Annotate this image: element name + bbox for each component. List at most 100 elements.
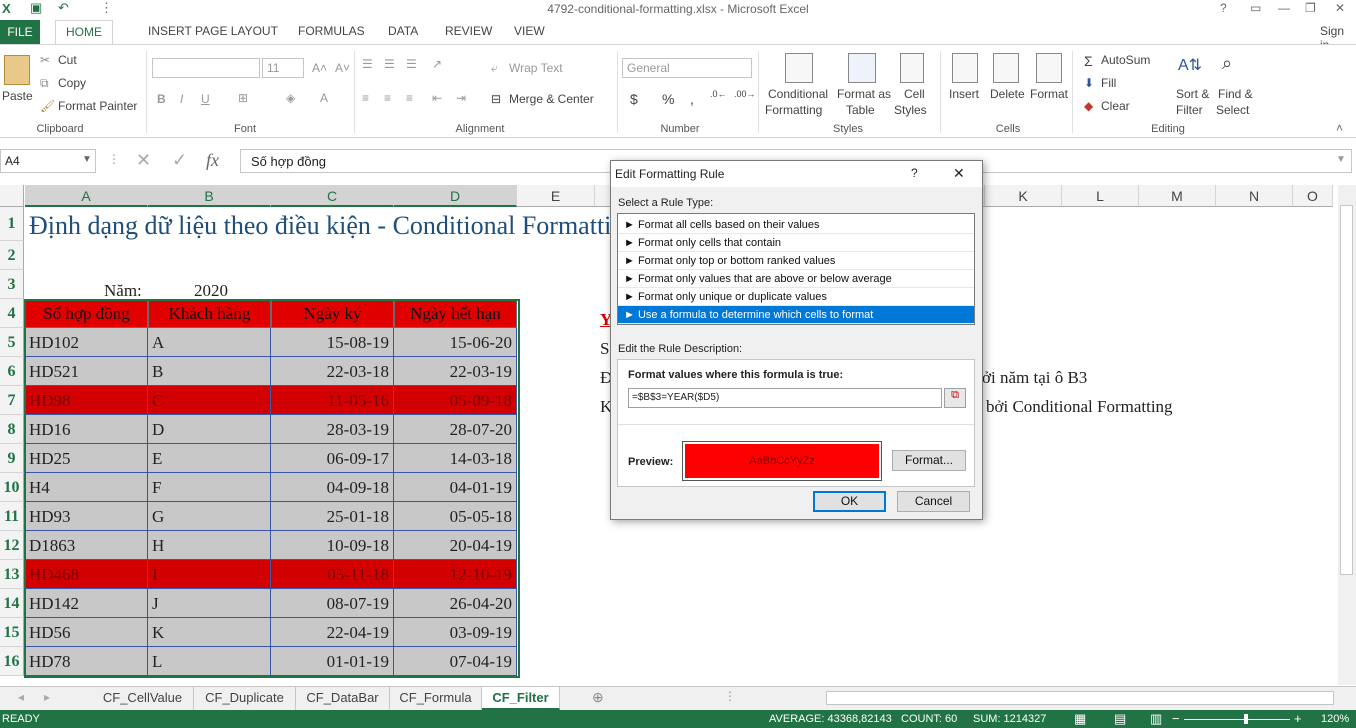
table-cell[interactable]: B <box>148 357 271 386</box>
align-middle-icon[interactable]: ☰ <box>384 57 395 71</box>
column-header[interactable]: L <box>1062 185 1139 207</box>
cell-styles-label-2[interactable]: Styles <box>894 103 927 117</box>
table-cell[interactable]: 11-05-16 <box>271 386 394 415</box>
zoom-slider[interactable] <box>1184 719 1290 720</box>
font-color-icon[interactable]: A <box>320 91 328 105</box>
sheet-tab[interactable]: CF_Duplicate <box>194 687 296 710</box>
dialog-close-button[interactable]: ✕ <box>953 165 965 182</box>
close-button[interactable]: ✕ <box>1335 1 1345 15</box>
table-cell[interactable]: 06-09-17 <box>271 444 394 473</box>
orientation-icon[interactable]: ↗ <box>432 57 442 71</box>
ok-button[interactable]: OK <box>813 491 886 512</box>
font-name-dropdown[interactable] <box>152 58 260 78</box>
zoom-slider-thumb[interactable] <box>1244 714 1248 724</box>
format-button[interactable]: Format... <box>892 450 966 471</box>
dialog-help-button[interactable]: ? <box>911 166 918 180</box>
shrink-font-icon[interactable]: A˅ <box>335 61 350 75</box>
table-cell[interactable]: 25-01-18 <box>271 502 394 531</box>
zoom-out-icon[interactable]: − <box>1172 711 1180 726</box>
cancel-button[interactable]: Cancel <box>897 491 970 512</box>
align-top-icon[interactable]: ☰ <box>362 57 373 71</box>
table-cell[interactable]: K <box>148 618 271 647</box>
tab-page-layout[interactable]: PAGE LAYOUT <box>195 24 278 38</box>
table-cell[interactable]: 26-04-20 <box>394 589 517 618</box>
percent-button[interactable]: % <box>662 91 674 107</box>
sort-filter-label-1[interactable]: Sort & <box>1176 87 1209 101</box>
table-header-cell[interactable]: Ngày hết hạn <box>394 299 517 328</box>
decrease-decimal-icon[interactable]: .00→ <box>734 89 756 99</box>
tab-file[interactable]: FILE <box>0 20 40 44</box>
table-cell[interactable]: HD98 <box>25 386 148 415</box>
ribbon-display-icon[interactable]: ▭ <box>1250 1 1261 15</box>
conditional-formatting-label-1[interactable]: Conditional <box>768 87 828 101</box>
table-cell[interactable]: HD468 <box>25 560 148 589</box>
tab-insert[interactable]: INSERT <box>148 24 192 38</box>
row-header[interactable]: 6 <box>0 357 24 386</box>
row-header[interactable]: 13 <box>0 560 24 589</box>
underline-button[interactable]: U <box>201 92 210 106</box>
row-header[interactable]: 3 <box>0 270 24 299</box>
table-cell[interactable]: L <box>148 647 271 676</box>
row-header[interactable]: 15 <box>0 618 24 647</box>
sheet-tab[interactable]: CF_Filter <box>482 687 560 710</box>
horizontal-scrollbar[interactable] <box>826 691 1334 705</box>
table-cell[interactable]: I <box>148 560 271 589</box>
table-cell[interactable]: HD142 <box>25 589 148 618</box>
table-cell[interactable]: HD56 <box>25 618 148 647</box>
increase-indent-icon[interactable]: ⇥ <box>456 91 466 105</box>
column-header[interactable]: B <box>148 185 271 207</box>
confirm-entry-icon[interactable]: ✓ <box>172 150 187 171</box>
table-cell[interactable]: 28-07-20 <box>394 415 517 444</box>
cell-styles-label-1[interactable]: Cell <box>904 87 925 101</box>
merge-center-button[interactable]: Merge & Center <box>509 92 594 106</box>
cut-button[interactable]: Cut <box>58 53 77 67</box>
row-header[interactable]: 10 <box>0 473 24 502</box>
table-cell[interactable]: HD102 <box>25 328 148 357</box>
insert-function-icon[interactable]: fx <box>206 150 219 171</box>
help-button[interactable]: ? <box>1220 1 1227 15</box>
delete-cells-button[interactable]: Delete <box>990 87 1025 101</box>
format-painter-button[interactable]: Format Painter <box>58 99 137 113</box>
table-header-cell[interactable]: Khách hàng <box>148 299 271 328</box>
tab-view[interactable]: VIEW <box>514 24 545 38</box>
select-all-corner[interactable] <box>0 185 24 207</box>
row-header[interactable]: 14 <box>0 589 24 618</box>
sheet-title[interactable]: Định dạng dữ liệu theo điều kiện - Condi… <box>25 211 641 241</box>
rule-type-item[interactable]: ► Format only top or bottom ranked value… <box>618 252 974 270</box>
conditional-formatting-label-2[interactable]: Formatting <box>765 103 822 117</box>
column-header[interactable]: C <box>271 185 394 207</box>
sheet-tab[interactable]: CF_DataBar <box>296 687 390 710</box>
next-sheet-icon[interactable]: ▸ <box>44 690 50 704</box>
comma-button[interactable]: , <box>690 91 694 107</box>
find-select-label-2[interactable]: Select <box>1216 103 1249 117</box>
clear-button[interactable]: Clear <box>1101 99 1130 113</box>
table-cell[interactable]: 07-04-19 <box>394 647 517 676</box>
format-as-table-label-2[interactable]: Table <box>846 103 875 117</box>
column-header[interactable]: A <box>25 185 148 207</box>
table-cell[interactable]: 05-09-18 <box>394 386 517 415</box>
align-bottom-icon[interactable]: ☰ <box>406 57 417 71</box>
align-right-icon[interactable]: ≡ <box>406 91 413 105</box>
side-note-line-2-tail[interactable]: ởi năm tại ô B3 <box>978 365 1091 391</box>
table-cell[interactable]: 04-01-19 <box>394 473 517 502</box>
table-cell[interactable]: 04-09-18 <box>271 473 394 502</box>
zoom-level[interactable]: 120% <box>1321 713 1349 725</box>
row-header[interactable]: 7 <box>0 386 24 415</box>
rule-type-item[interactable]: ► Format only cells that contain <box>618 234 974 252</box>
number-format-dropdown[interactable]: General <box>622 58 752 78</box>
tab-split-icon[interactable]: ⋮ <box>724 689 736 703</box>
row-header[interactable]: 4 <box>0 299 24 328</box>
column-header[interactable]: N <box>1216 185 1293 207</box>
table-cell[interactable]: 12-10-19 <box>394 560 517 589</box>
bold-button[interactable]: B <box>157 92 166 106</box>
table-cell[interactable]: 28-03-19 <box>271 415 394 444</box>
column-header[interactable]: D <box>394 185 517 207</box>
expand-formula-bar-icon[interactable]: ▼ <box>1336 154 1346 165</box>
sheet-tab[interactable]: CF_Formula <box>390 687 482 710</box>
row-header[interactable]: 11 <box>0 502 24 531</box>
row-header[interactable]: 5 <box>0 328 24 357</box>
column-header[interactable]: K <box>985 185 1062 207</box>
table-cell[interactable]: 10-09-18 <box>271 531 394 560</box>
table-cell[interactable]: H <box>148 531 271 560</box>
table-cell[interactable]: HD16 <box>25 415 148 444</box>
